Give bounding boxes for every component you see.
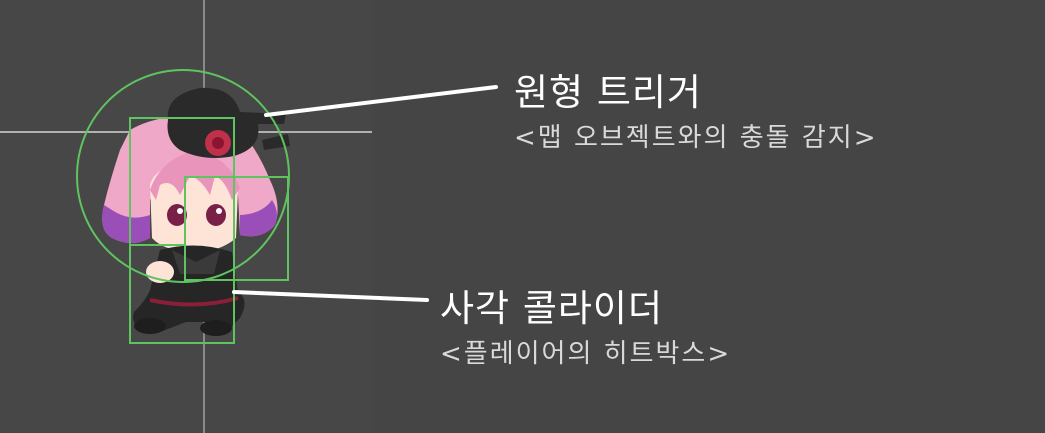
- circle-trigger-callout-line: [264, 85, 498, 117]
- box-collider-callout-line: [232, 290, 429, 302]
- box-collider-description: <플레이어의 히트박스>: [440, 339, 732, 369]
- circle-trigger-description: <맵 오브젝트와의 충돌 감지>: [514, 123, 878, 153]
- character-right-eye: [206, 204, 226, 226]
- box-collider-title: 사각 콜라이더: [440, 287, 664, 330]
- circle-trigger-title: 원형 트리거: [514, 71, 702, 114]
